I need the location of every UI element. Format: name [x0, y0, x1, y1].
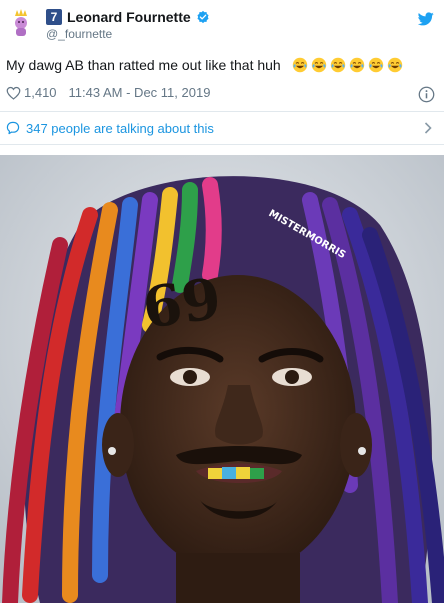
laughing-tears-emoji-icon: [330, 57, 345, 73]
conversation-count-text[interactable]: 347 people are talking about this: [26, 121, 214, 136]
laughing-tears-emoji-icon: [292, 57, 307, 73]
tweet-card: 7 Leonard Fournette @_fournette My dawg …: [0, 0, 444, 603]
chevron-right-icon[interactable]: [424, 122, 432, 134]
timestamp[interactable]: 11:43 AM - Dec 11, 2019: [69, 85, 211, 100]
tweet-text: My dawg AB than ratted me out like that …: [6, 57, 403, 73]
laughing-tears-emoji-icon: [311, 57, 326, 73]
twitter-bird-icon[interactable]: [418, 12, 434, 26]
info-icon[interactable]: [418, 86, 435, 103]
face-tattoo: 69: [139, 266, 225, 342]
jersey-badge: 7: [46, 9, 62, 25]
conversation-link[interactable]: 347 people are talking about this: [0, 112, 444, 144]
laughing-tears-emoji-icon: [387, 57, 402, 73]
heart-icon[interactable]: [6, 86, 21, 100]
speech-bubble-icon: [6, 121, 20, 135]
tweet-photo[interactable]: 69 MISTERMORRIS: [0, 155, 444, 603]
display-name[interactable]: Leonard Fournette: [67, 9, 191, 25]
laughing-tears-emoji-icon: [368, 57, 383, 73]
tweet-meta: 1,410 11:43 AM - Dec 11, 2019: [6, 85, 210, 100]
divider: [0, 144, 444, 145]
avatar-image: [6, 7, 36, 37]
emoji-row: [289, 57, 403, 73]
tweet-text-body: My dawg AB than ratted me out like that …: [6, 57, 281, 73]
photo-illustration: 69 MISTERMORRIS: [0, 155, 444, 603]
like-count[interactable]: 1,410: [24, 85, 57, 100]
author-name-row[interactable]: 7 Leonard Fournette: [46, 9, 210, 25]
verified-badge-icon: [197, 10, 209, 24]
author-handle[interactable]: @_fournette: [46, 27, 112, 41]
avatar[interactable]: [6, 7, 36, 37]
laughing-tears-emoji-icon: [349, 57, 364, 73]
